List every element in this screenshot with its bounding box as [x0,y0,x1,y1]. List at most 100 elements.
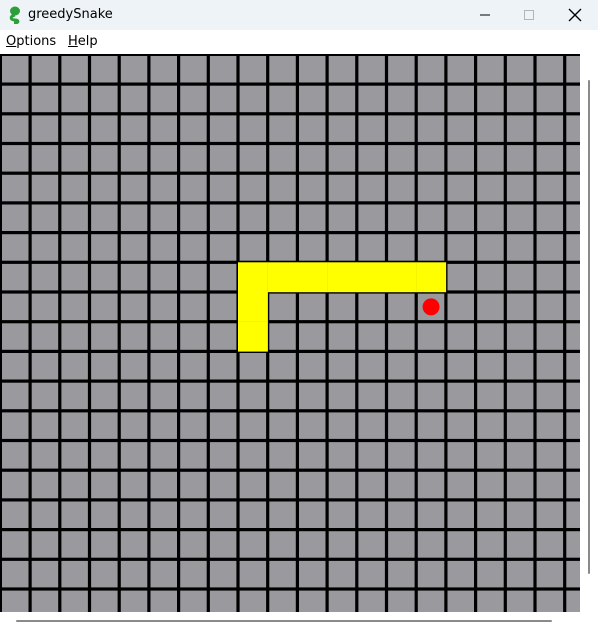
grid-cell [388,471,415,499]
grid-cell [120,471,148,499]
grid-cell [150,560,177,588]
grid-cell [91,234,118,261]
grid-cell [536,442,564,469]
grid-cell [358,442,385,469]
grid-cell [150,471,177,499]
grid-cell [388,323,415,350]
horizontal-scrollbar[interactable] [0,612,598,632]
grid-cell [180,412,207,439]
grid-cell [388,234,415,261]
grid-cell [31,353,59,380]
menu-options[interactable]: Options [6,34,56,49]
grid-cell [536,263,564,291]
grid-cell [299,471,326,499]
grid-cell [31,174,59,202]
grid-cell [180,263,207,291]
grid-cell [209,531,237,558]
grid-cell [447,145,474,172]
grid-cell [388,501,415,528]
grid-cell [358,115,385,142]
grid-cell [417,471,445,499]
grid-cell [447,204,474,231]
grid-cell [506,145,534,172]
grid-cell [328,174,356,202]
grid-cell [2,560,29,588]
grid-cell [239,234,267,261]
grid-cell [180,471,207,499]
grid-cell [566,353,580,380]
grid-cell [328,353,356,380]
grid-cell [239,85,267,113]
grid-cell [269,353,296,380]
grid-cell [120,501,148,528]
grid-cell [269,590,296,612]
grid-cell [120,353,148,380]
grid-cell [506,471,534,499]
minimize-button[interactable] [462,0,508,30]
grid-cell [180,234,207,261]
grid-cell [477,56,504,83]
grid-cell [269,145,296,172]
grid-cell [447,531,474,558]
grid-cell [209,412,237,439]
grid-cell [477,234,504,261]
grid-cell [388,145,415,172]
grid-cell [536,145,564,172]
grid-cell [447,323,474,350]
grid-cell [447,293,474,321]
grid-cell [328,531,356,558]
vertical-scrollbar[interactable] [580,54,598,612]
grid-cell [91,590,118,612]
grid-cell [417,323,445,350]
close-button[interactable] [552,0,598,30]
grid-cell [477,382,504,410]
grid-cell [566,234,580,261]
grid-cell [91,353,118,380]
grid-cell [150,263,177,291]
horizontal-scroll-thumb[interactable] [16,620,552,622]
maximize-button[interactable] [506,0,552,30]
grid-cell [269,204,296,231]
grid-cell [358,56,385,83]
grid-cell [566,115,580,142]
grid-cell [61,204,88,231]
grid-cell [180,85,207,113]
grid-cell [209,560,237,588]
grid-cell [299,293,326,321]
menu-help[interactable]: Help [68,34,98,49]
grid-cell [447,382,474,410]
grid-cell [120,56,148,83]
grid-cell [150,145,177,172]
grid-cell [477,204,504,231]
grid-cell [31,382,59,410]
grid-cell [2,412,29,439]
grid-cell [477,85,504,113]
snake-segment [238,292,268,322]
snake-segment [416,262,447,293]
vertical-scroll-thumb[interactable] [588,80,590,574]
grid-cell [566,382,580,410]
grid-cell [61,412,88,439]
grid-cell [91,412,118,439]
grid-cell [358,293,385,321]
grid-cell [269,234,296,261]
game-board[interactable] [0,54,580,612]
grid-cell [447,234,474,261]
grid-cell [506,234,534,261]
grid-cell [150,323,177,350]
grid-cell [209,353,237,380]
grid-cell [477,412,504,439]
grid-cell [150,85,177,113]
grid-cell [566,471,580,499]
grid-cell [299,442,326,469]
grid-cell [417,234,445,261]
grid-cell [61,234,88,261]
grid-cell [506,115,534,142]
grid-cell [180,56,207,83]
grid-cell [31,85,59,113]
grid-cell [180,382,207,410]
grid-cell [239,560,267,588]
grid-cell [388,293,415,321]
grid-cell [358,85,385,113]
grid-cell [120,234,148,261]
